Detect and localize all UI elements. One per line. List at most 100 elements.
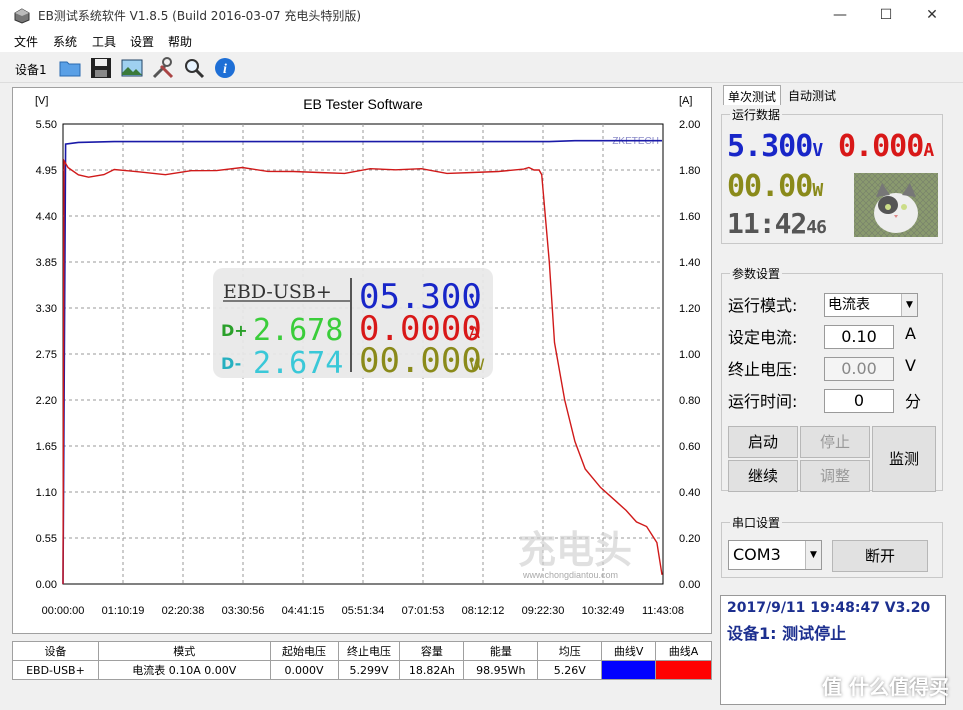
chart-panel: 5.50 2.00 4.95 1.80 4.40 1.60 3.85 1.40 3.30 1.20… — [12, 87, 712, 634]
y-right-tick-label: 1.20 — [679, 303, 700, 315]
monitor-button[interactable]: 监测 — [872, 426, 936, 492]
menu-help[interactable]: 帮助 — [168, 33, 192, 50]
meter-overlay: EBD-USB+D+ 2.678D- 2.67405.300V0.0000A00.0… — [213, 268, 493, 381]
meter-power-unit: W — [469, 355, 485, 374]
run-data-title: 运行数据 — [730, 106, 783, 123]
y-right-tick-label: 1.00 — [679, 349, 700, 361]
y-left-tick-label: 2.75 — [36, 349, 57, 361]
right-panel: 单次测试 自动测试 运行数据 5.300V 0.000A 00.00W 11:4… — [718, 83, 963, 710]
y-left-tick-label: 4.95 — [36, 165, 57, 177]
x-tick-label: 07:01:53 — [402, 605, 445, 617]
meter-dm-label: D- — [221, 354, 241, 373]
col-header: 曲线A — [655, 641, 712, 661]
table-row[interactable]: EBD-USB+ 电流表 0.10A 0.00V 0.000V 5.299V 1… — [12, 660, 712, 680]
meter-power: 00.000 — [359, 341, 482, 381]
tab-single-test[interactable]: 单次测试 — [723, 85, 782, 105]
end-voltage-input[interactable]: 0.00 — [824, 357, 894, 381]
voltage-current-chart: 5.50 2.00 4.95 1.80 4.40 1.60 3.85 1.40 3.30 1.20… — [35, 95, 700, 617]
cell-avg-voltage: 5.26V — [537, 660, 603, 680]
curve-a-swatch[interactable] — [655, 660, 712, 680]
continue-button[interactable]: 继续 — [728, 460, 798, 492]
minimize-button[interactable]: — — [817, 0, 863, 30]
x-tick-label: 03:30:56 — [222, 605, 265, 617]
tab-auto-test[interactable]: 自动测试 — [784, 85, 841, 105]
y-left-tick-label: 0.55 — [36, 533, 57, 545]
x-tick-label: 01:10:19 — [102, 605, 145, 617]
save-icon[interactable] — [89, 56, 113, 80]
y-right-tick-label: 2.00 — [679, 119, 700, 131]
y-left-tick-label: 5.50 — [36, 119, 57, 131]
search-icon[interactable] — [182, 56, 206, 80]
run-current: 0.000 — [838, 129, 924, 164]
cell-device: EBD-USB+ — [12, 660, 99, 680]
serial-group: 串口设置 COM3 ▼ 断开 — [721, 514, 943, 578]
y-right-tick-label: 1.60 — [679, 211, 700, 223]
set-current-input[interactable]: 0.10 — [824, 325, 894, 349]
y-left-tick-label: 4.40 — [36, 211, 57, 223]
info-icon[interactable]: i — [213, 56, 237, 80]
col-header: 容量 — [399, 641, 465, 661]
y-right-unit: [A] — [679, 95, 692, 107]
menu-system[interactable]: 系统 — [53, 33, 77, 50]
chevron-down-icon[interactable]: ▼ — [901, 294, 917, 316]
run-current-unit: A — [923, 140, 934, 161]
meter-model: EBD-USB+ — [223, 281, 332, 303]
meter-voltage-unit: V — [469, 291, 480, 310]
y-left-unit: [V] — [35, 95, 48, 107]
maximize-button[interactable]: ☐ — [863, 0, 909, 30]
window-title: EB测试系统软件 V1.8.5 (Build 2016-03-07 充电头特别版… — [38, 9, 362, 23]
toolbar: 设备1 i — [0, 53, 963, 83]
y-right-tick-label: 1.40 — [679, 257, 700, 269]
app-icon — [14, 8, 30, 24]
status-message: 设备1: 测试停止 — [727, 624, 847, 643]
run-time-label: 运行时间: — [728, 392, 798, 411]
close-button[interactable]: ✕ — [909, 0, 955, 30]
watermark-logo: 充电头 — [518, 528, 632, 572]
y-right-tick-label: 0.60 — [679, 441, 700, 453]
col-header: 曲线V — [601, 641, 657, 661]
col-header: 能量 — [463, 641, 539, 661]
meter-current-unit: A — [469, 323, 480, 342]
stop-button[interactable]: 停止 — [800, 426, 870, 458]
cell-capacity: 18.82Ah — [399, 660, 465, 680]
cat-photo — [854, 173, 938, 237]
start-button[interactable]: 启动 — [728, 426, 798, 458]
y-right-tick-label: 0.80 — [679, 395, 700, 407]
y-left-tick-label: 3.85 — [36, 257, 57, 269]
meter-dp-value: 2.678 — [253, 313, 343, 348]
svg-text:i: i — [223, 62, 227, 77]
run-time-input[interactable]: 0 — [824, 389, 894, 413]
menu-tools[interactable]: 工具 — [92, 33, 116, 50]
x-tick-label: 00:00:00 — [42, 605, 85, 617]
curve-v-swatch[interactable] — [601, 660, 657, 680]
disconnect-button[interactable]: 断开 — [832, 540, 928, 572]
status-timestamp: 2017/9/11 19:48:47 V3.20 — [727, 600, 931, 616]
run-power: 00.00 — [727, 169, 813, 204]
chart-title: EB Tester Software — [303, 96, 423, 112]
x-tick-label: 02:20:38 — [162, 605, 205, 617]
mode-value: 电流表 — [828, 297, 870, 313]
image-icon[interactable] — [120, 56, 144, 80]
run-time-unit: 分 — [905, 392, 922, 411]
run-power-unit: W — [812, 180, 823, 201]
device-label: 设备1 — [15, 63, 47, 77]
menu-settings[interactable]: 设置 — [130, 33, 154, 50]
x-tick-label: 11:43:08 — [642, 605, 684, 617]
x-tick-label: 04:41:15 — [282, 605, 325, 617]
chevron-down-icon[interactable]: ▼ — [805, 541, 821, 569]
adjust-button[interactable]: 调整 — [800, 460, 870, 492]
results-table: 设备 模式 起始电压 终止电压 容量 能量 均压 曲线V 曲线A EBD-USB… — [12, 641, 712, 680]
cell-energy: 98.95Wh — [463, 660, 539, 680]
x-tick-label: 05:51:34 — [342, 605, 385, 617]
watermark-url: www.chongdiantou.com — [522, 570, 618, 580]
mode-label: 运行模式: — [728, 296, 798, 315]
mode-select[interactable]: 电流表 ▼ — [824, 293, 918, 317]
menu-file[interactable]: 文件 — [14, 33, 38, 50]
cell-start-voltage: 0.000V — [269, 660, 339, 680]
table-header-row: 设备 模式 起始电压 终止电压 容量 能量 均压 曲线V 曲线A — [12, 641, 712, 661]
folder-icon[interactable] — [58, 56, 82, 80]
com-port-select[interactable]: COM3 ▼ — [728, 540, 822, 570]
col-header: 设备 — [12, 641, 99, 661]
serial-title: 串口设置 — [730, 514, 783, 531]
tools-icon[interactable] — [151, 56, 175, 80]
